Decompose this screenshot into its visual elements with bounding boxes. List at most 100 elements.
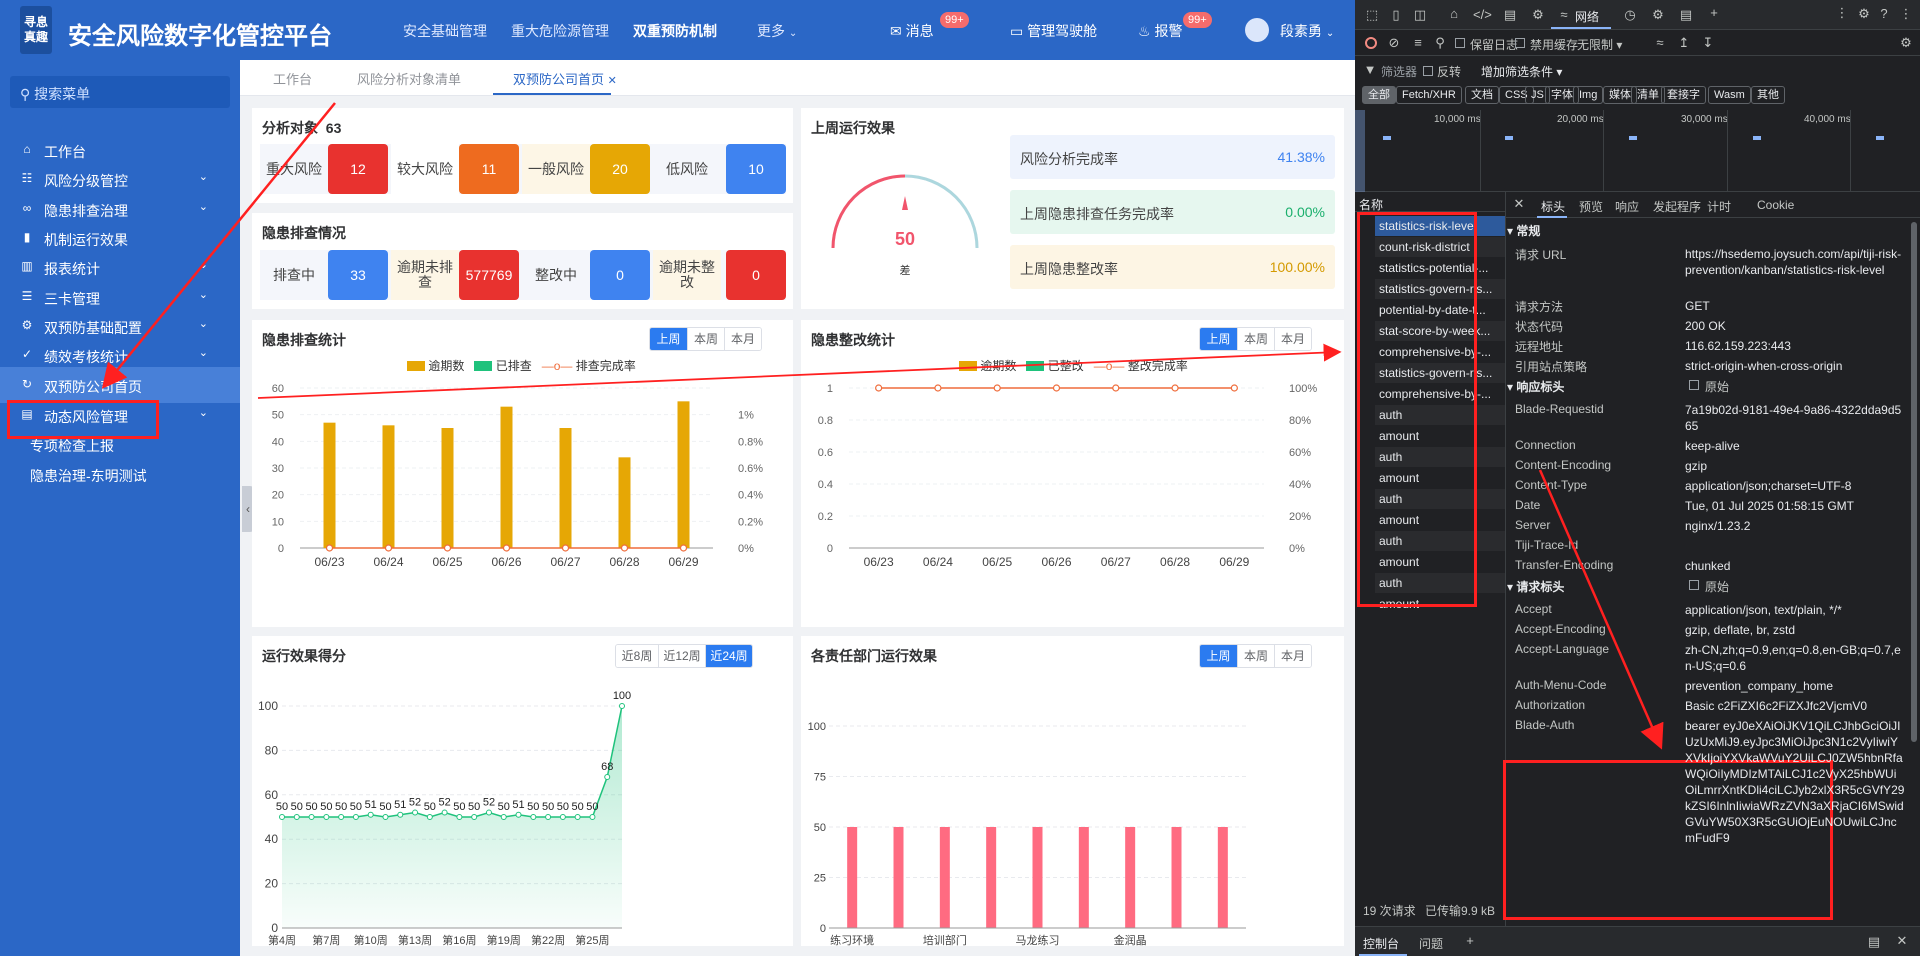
y2-tick-label: 1% [738, 410, 754, 422]
header-key: Date [1515, 498, 1541, 512]
general-risk-count[interactable]: 20 [590, 144, 650, 194]
help-icon[interactable]: ? [1875, 6, 1893, 21]
type-filter-2[interactable]: Fetch/XHR [1396, 86, 1462, 104]
header-key: Transfer-Encoding [1515, 558, 1614, 572]
period-this-month[interactable]: 本月 [724, 328, 761, 350]
period-last-week[interactable]: 上周 [1200, 645, 1237, 667]
tab-workbench[interactable]: 工作台 [273, 69, 312, 88]
section-header[interactable]: ▾ 响应标头 [1507, 378, 1564, 395]
throttle-select[interactable]: 无限制 ▾ [1577, 36, 1622, 53]
score-point [441, 809, 448, 816]
rectifying-count[interactable]: 0 [590, 250, 650, 300]
rate-point [679, 544, 688, 552]
download-icon[interactable]: ↧ [1699, 35, 1717, 51]
overdue-check-count[interactable]: 577769 [459, 250, 519, 300]
raw-checkbox[interactable] [1689, 580, 1699, 590]
sidebar-item-hazard-dongming[interactable]: 隐患治理-东明测试 [0, 456, 240, 492]
timeline-bar [1629, 136, 1637, 140]
period-12-weeks[interactable]: 近12周 [658, 645, 705, 667]
settings-icon[interactable]: ⚙ [1855, 6, 1873, 22]
checking-count[interactable]: 33 [328, 250, 388, 300]
nav-more[interactable]: 更多 ⌄ [757, 21, 797, 41]
data-label: 50 [586, 801, 598, 813]
more-icon[interactable]: ⋮ [1897, 6, 1915, 22]
detail-tab[interactable]: 预览 [1579, 198, 1603, 215]
menu-search-input[interactable]: ⚲ 搜索菜单 [10, 76, 230, 108]
app-title: 安全风险数字化管控平台 [68, 23, 332, 50]
type-filter-1[interactable]: 全部 [1362, 86, 1396, 104]
detail-tab[interactable]: 响应 [1615, 198, 1639, 215]
network-conditions-icon[interactable]: ≈ [1651, 35, 1669, 50]
chevron-down-icon: ⌄ [198, 347, 208, 359]
sources-icon[interactable]: ⚙ [1529, 7, 1547, 23]
section-header[interactable]: ▾ 请求标头 [1507, 578, 1564, 595]
messages-button[interactable]: ✉ 消息 [890, 21, 934, 41]
drawer-tab-console[interactable]: 控制台 [1363, 935, 1399, 952]
close-icon[interactable]: ✕ [608, 75, 617, 87]
section-header[interactable]: ▾ 常规 [1507, 222, 1540, 239]
page-tabs: 工作台 风险分析对象清单 双预防公司首页 ✕ [240, 60, 1355, 96]
performance-icon[interactable]: ◷ [1621, 7, 1639, 23]
low-risk-count[interactable]: 10 [726, 144, 786, 194]
search-icon: ⚲ [20, 86, 31, 102]
hazard-check-panel: 隐患排查情况 排查中 33 逾期未排查 577769 整改中 0 逾期未整改 0 [252, 213, 793, 309]
cockpit-button[interactable]: ▭ 管理驾驶舱 [1010, 21, 1097, 41]
overdue-rectify-count[interactable]: 0 [726, 250, 786, 300]
header-value: Tue, 01 Jul 2025 01:58:15 GMT [1685, 499, 1854, 513]
detail-tab[interactable]: 标头 [1541, 198, 1565, 215]
period-this-month[interactable]: 本月 [1274, 328, 1311, 350]
sidebar-item-label: 工作台 [44, 144, 86, 160]
large-risk-count[interactable]: 11 [459, 144, 519, 194]
score-point [471, 814, 478, 820]
nav-safety-basic[interactable]: 安全基础管理 [403, 21, 487, 41]
type-filter-10[interactable]: 套接字 [1661, 86, 1706, 104]
period-this-week[interactable]: 本周 [1237, 645, 1274, 667]
alarm-button[interactable]: ♨ 报警 [1138, 21, 1182, 41]
type-filter-9[interactable]: 清单 [1631, 86, 1665, 104]
period-8-weeks[interactable]: 近8周 [616, 645, 658, 667]
settings-icon[interactable]: ⚙ [1897, 35, 1915, 51]
application-icon[interactable]: ▤ [1677, 7, 1695, 23]
type-filter-7[interactable]: Img [1573, 86, 1604, 104]
add-tab-icon[interactable]: + [1705, 5, 1723, 20]
period-last-week[interactable]: 上周 [1200, 328, 1237, 350]
avatar[interactable] [1245, 18, 1269, 42]
add-tab-icon[interactable]: + [1461, 933, 1479, 948]
drawer-tab-issues[interactable]: 问题 [1419, 935, 1443, 952]
user-menu[interactable]: 段素勇 ⌄ [1280, 21, 1334, 41]
period-this-month[interactable]: 本月 [1274, 645, 1311, 667]
close-icon[interactable]: ✕ [1893, 933, 1911, 949]
bar [323, 422, 336, 548]
data-label: 50 [379, 801, 391, 813]
detail-tab[interactable]: 发起程序 [1653, 198, 1701, 215]
memory-icon[interactable]: ⚙ [1649, 7, 1667, 23]
scrollbar-thumb[interactable] [1911, 222, 1917, 742]
detail-tab[interactable]: Cookie [1757, 198, 1794, 212]
detail-tab[interactable]: 计时 [1707, 198, 1731, 215]
period-this-week[interactable]: 本周 [687, 328, 724, 350]
data-label: 50 [542, 801, 554, 813]
active-tab-indicator [1537, 216, 1567, 218]
hazard-rectify-stats-panel: 隐患整改统计 上周 本周 本月 逾期数 已整改 —o— 整改完成率 0 0% 0.2… [801, 320, 1344, 627]
period-this-week[interactable]: 本周 [1237, 328, 1274, 350]
y-tick-label: 100 [808, 721, 826, 733]
disable-cache-checkbox[interactable] [1515, 38, 1525, 48]
nav-dual-prevention[interactable]: 双重预防机制 [633, 21, 717, 41]
more-vertical-icon[interactable]: ⋮ [1833, 5, 1851, 21]
type-filter-12[interactable]: 其他 [1751, 86, 1785, 104]
tab-company-home[interactable]: 双预防公司首页 ✕ [513, 69, 617, 88]
period-last-week[interactable]: 上周 [650, 328, 687, 350]
tab-network[interactable]: 网络 [1575, 8, 1599, 25]
type-filter-11[interactable]: Wasm [1708, 86, 1751, 104]
major-risk-count[interactable]: 12 [328, 144, 388, 194]
analysis-objects-panel: 分析对象 63 重大风险 12 较大风险 11 一般风险 20 低风险 10 [252, 108, 793, 203]
tab-risk-object-list[interactable]: 风险分析对象清单 [357, 69, 461, 88]
upload-icon[interactable]: ↥ [1675, 35, 1693, 51]
type-filter-3[interactable]: 文档 [1465, 86, 1499, 104]
raw-checkbox[interactable] [1689, 380, 1699, 390]
user-name: 段素勇 [1280, 23, 1322, 39]
close-icon[interactable]: ✕ [1510, 196, 1528, 212]
period-24-weeks[interactable]: 近24周 [705, 645, 752, 667]
nav-major-hazard[interactable]: 重大危险源管理 [511, 21, 609, 41]
dock-icon[interactable]: ▤ [1865, 934, 1883, 950]
